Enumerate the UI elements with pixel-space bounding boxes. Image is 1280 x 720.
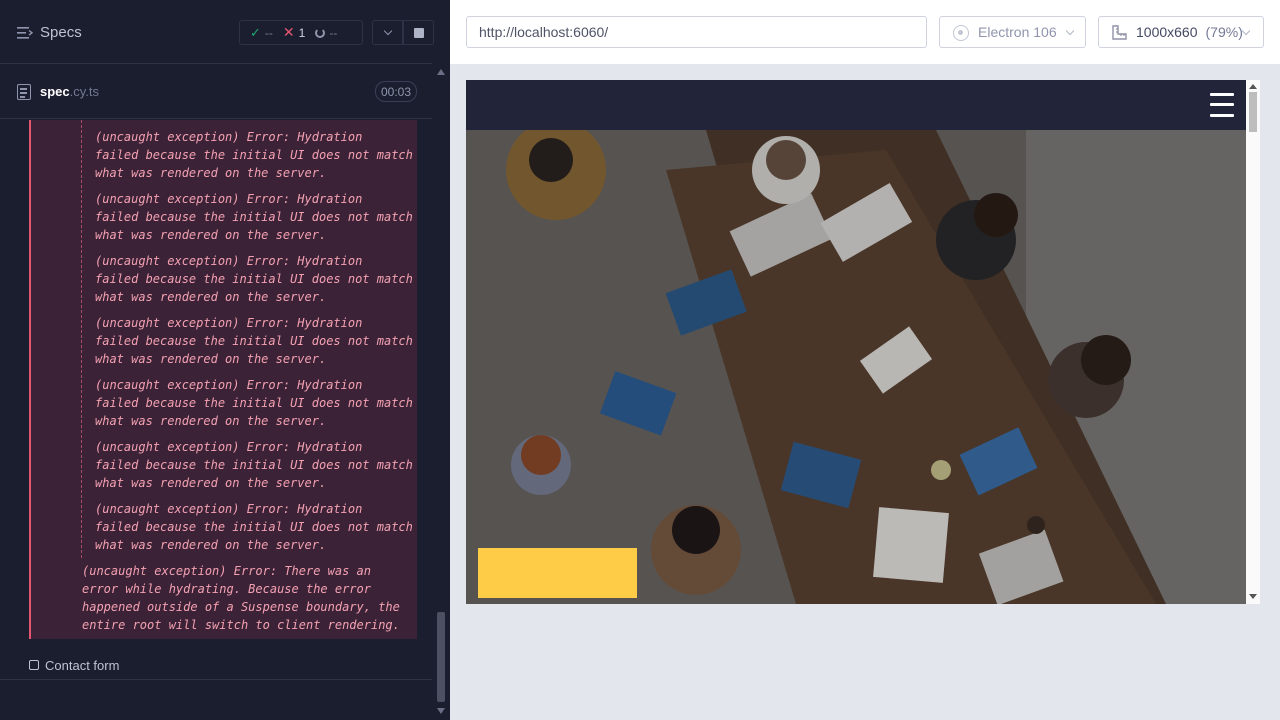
expand-collapse-button[interactable] xyxy=(372,20,403,45)
site-navbar xyxy=(466,80,1246,130)
error-message: (uncaught exception) Error: Hydration fa… xyxy=(95,440,413,490)
hero-cta-button[interactable] xyxy=(478,548,637,598)
reporter-scrollbar[interactable] xyxy=(432,64,450,720)
test-stats: ✓ -- ✕ 1 -- xyxy=(239,20,363,45)
pending-count: -- xyxy=(329,25,338,40)
error-log: (uncaught exception) Error: Hydration fa… xyxy=(29,120,417,639)
file-icon xyxy=(17,84,31,100)
url-bar[interactable]: http://localhost:6060/ xyxy=(466,16,927,48)
spec-duration: 00:03 xyxy=(375,81,417,102)
viewport-zoom: (79%) xyxy=(1205,24,1243,40)
hamburger-menu-icon[interactable] xyxy=(1210,93,1234,118)
stop-button[interactable] xyxy=(403,20,434,45)
scroll-up-icon[interactable] xyxy=(1249,84,1257,89)
test-title: Contact form xyxy=(45,658,120,673)
iframe-scrollbar[interactable] xyxy=(1246,80,1260,604)
failed-stat: ✕ 1 xyxy=(283,24,305,41)
scroll-down-icon[interactable] xyxy=(1249,594,1257,599)
stop-icon xyxy=(413,27,424,38)
error-message: (uncaught exception) Error: Hydration fa… xyxy=(95,130,413,180)
test-status-icon xyxy=(29,660,39,670)
browser-selector[interactable]: Electron 106 xyxy=(939,16,1086,48)
failed-count: 1 xyxy=(298,25,306,40)
app-under-test-panel: http://localhost:6060/ Electron 106 1000… xyxy=(450,0,1280,720)
spec-file-row[interactable]: spec.cy.ts 00:03 xyxy=(0,65,432,119)
viewport-selector[interactable]: 1000x660 (79%) xyxy=(1098,16,1264,48)
viewport-size: 1000x660 xyxy=(1136,24,1198,40)
spec-file-name: spec.cy.ts xyxy=(40,84,100,99)
scroll-thumb[interactable] xyxy=(437,612,445,702)
error-message: (uncaught exception) Error: Hydration fa… xyxy=(95,192,413,242)
specs-list-icon[interactable] xyxy=(17,27,33,39)
specs-title[interactable]: Specs xyxy=(40,24,82,41)
error-message: (uncaught exception) Error: Hydration fa… xyxy=(95,316,413,366)
test-item-contact-form[interactable]: Contact form xyxy=(0,650,432,680)
reporter-header: Specs ✓ -- ✕ 1 -- xyxy=(0,0,434,64)
scroll-up-icon[interactable] xyxy=(437,69,445,75)
error-message-outer: (uncaught exception) Error: There was an… xyxy=(82,564,400,632)
chevron-down-icon xyxy=(383,26,392,35)
x-icon: ✕ xyxy=(282,24,295,40)
electron-icon xyxy=(953,25,969,41)
error-message: (uncaught exception) Error: Hydration fa… xyxy=(95,502,413,552)
pending-stat: -- xyxy=(315,26,337,40)
aut-toolbar: http://localhost:6060/ Electron 106 1000… xyxy=(450,0,1280,64)
ruler-icon xyxy=(1112,25,1127,40)
nested-indent-line xyxy=(81,120,82,558)
error-message: (uncaught exception) Error: Hydration fa… xyxy=(95,254,413,304)
error-message: (uncaught exception) Error: Hydration fa… xyxy=(95,378,413,428)
aut-iframe[interactable] xyxy=(466,80,1260,604)
cypress-runner: Specs ✓ -- ✕ 1 -- spec.cy.ts 00:03 (unca… xyxy=(0,0,1280,720)
chevron-down-icon xyxy=(1065,26,1075,36)
reporter-panel: Specs ✓ -- ✕ 1 -- spec.cy.ts 00:03 (unca… xyxy=(0,0,450,720)
passed-stat: ✓ -- xyxy=(250,25,273,41)
hero-image xyxy=(466,130,1246,604)
passed-count: -- xyxy=(264,25,273,40)
spinner-icon xyxy=(315,27,326,38)
chevron-down-icon xyxy=(1241,26,1251,36)
scroll-down-icon[interactable] xyxy=(437,708,445,714)
browser-label: Electron 106 xyxy=(978,24,1057,40)
hero-photo xyxy=(466,130,1246,604)
scroll-thumb[interactable] xyxy=(1249,92,1257,132)
check-icon: ✓ xyxy=(250,24,261,40)
